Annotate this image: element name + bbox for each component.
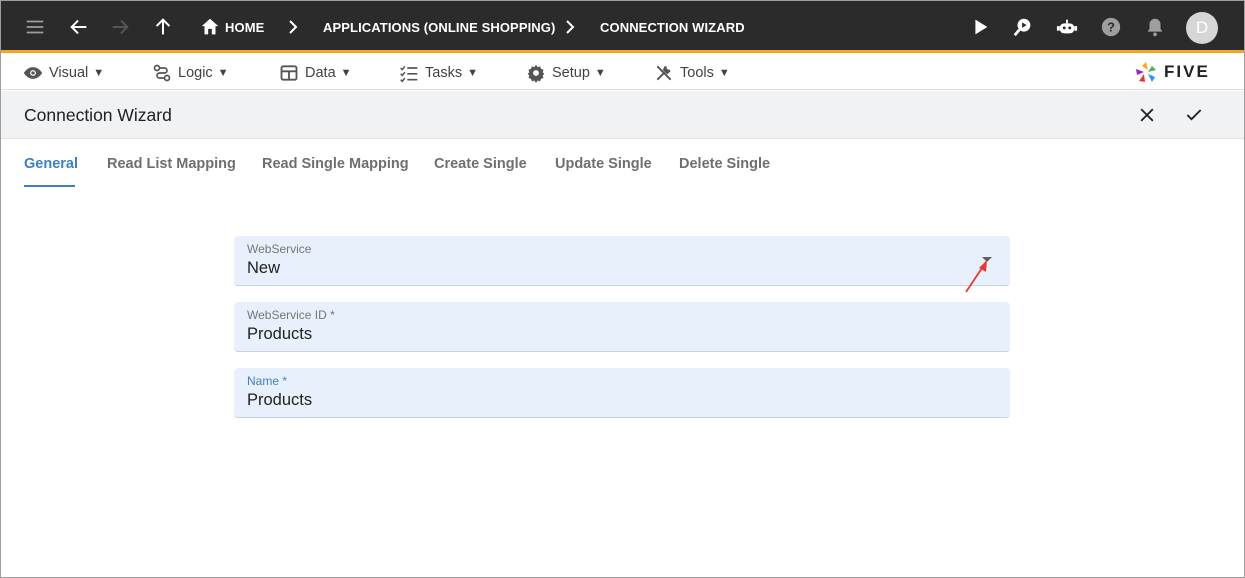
tools-icon [656, 65, 672, 81]
eye-icon [23, 67, 43, 79]
logo-text: FIVE [1164, 62, 1210, 81]
cancel-button[interactable] [1135, 103, 1159, 127]
top-app-bar: HOME APPLICATIONS (ONLINE SHOPPING) CONN… [1, 1, 1244, 53]
bot-icon[interactable] [1055, 15, 1079, 39]
tab-read-list-mapping[interactable]: Read List Mapping [107, 140, 236, 188]
tab-delete-single[interactable]: Delete Single [679, 140, 770, 188]
menu-data-label: Data [305, 65, 336, 81]
caret-down-icon: ▼ [718, 67, 730, 79]
avatar[interactable]: D [1186, 12, 1218, 44]
menu-tasks[interactable]: Tasks ▼ [399, 56, 478, 90]
tab-update-single[interactable]: Update Single [555, 140, 652, 188]
menu-visual[interactable]: Visual ▼ [23, 56, 104, 90]
save-button[interactable] [1182, 103, 1206, 127]
webservice-id-label: WebService ID * [247, 308, 335, 322]
svg-text:?: ? [1107, 20, 1115, 35]
caret-down-icon: ▼ [594, 67, 606, 79]
caret-down-icon: ▼ [340, 67, 352, 79]
active-tab-indicator [24, 185, 75, 187]
close-icon [1140, 108, 1154, 122]
chevron-right-icon [289, 20, 298, 34]
caret-down-icon: ▼ [467, 67, 478, 79]
table-icon [280, 65, 298, 81]
breadcrumb-applications[interactable]: APPLICATIONS (ONLINE SHOPPING) [323, 1, 555, 53]
caret-down-icon: ▼ [93, 67, 105, 79]
forward-arrow-icon [108, 15, 132, 39]
form-header: Connection Wizard [1, 91, 1244, 139]
gear-icon [527, 64, 545, 83]
name-field[interactable]: Name * Products [234, 368, 1010, 418]
tab-read-single-mapping[interactable]: Read Single Mapping [262, 140, 409, 188]
chevron-right-icon [566, 20, 575, 34]
menu-bar: Visual ▼ Logic ▼ Data ▼ Tasks ▼ Setup ▼ … [1, 56, 1244, 90]
five-logo: FIVE [1134, 59, 1210, 85]
menu-tasks-label: Tasks [425, 65, 463, 81]
webservice-label: WebService [247, 242, 312, 256]
five-logo-icon [1136, 62, 1156, 82]
name-value: Products [247, 391, 313, 409]
search-chat-icon[interactable] [1011, 15, 1035, 39]
breadcrumb-connection-wizard: CONNECTION WIZARD [600, 19, 745, 35]
caret-down-icon: ▼ [217, 67, 229, 79]
webservice-select[interactable]: WebService New [234, 236, 1010, 286]
menu-logic-label: Logic [178, 65, 213, 81]
home-icon[interactable] [198, 15, 222, 39]
menu-setup-label: Setup [552, 65, 590, 81]
menu-data[interactable]: Data ▼ [279, 56, 352, 90]
menu-icon[interactable] [23, 15, 47, 39]
webservice-id-value: Products [247, 325, 313, 343]
help-icon[interactable]: ? [1099, 15, 1123, 39]
tab-bar: General Read List Mapping Read Single Ma… [1, 140, 1244, 188]
menu-setup[interactable]: Setup ▼ [526, 56, 606, 90]
tab-create-single[interactable]: Create Single [434, 140, 527, 188]
bell-icon[interactable] [1143, 15, 1167, 39]
breadcrumb-home[interactable]: HOME [225, 1, 264, 53]
annotation-arrow-icon [965, 260, 987, 293]
check-icon [1186, 109, 1202, 121]
webservice-id-field[interactable]: WebService ID * Products [234, 302, 1010, 352]
webservice-value: New [247, 259, 281, 277]
menu-tools-label: Tools [680, 65, 714, 81]
back-arrow-icon[interactable] [67, 15, 91, 39]
checklist-icon [400, 65, 418, 83]
tab-general[interactable]: General [24, 140, 78, 188]
app-window: HOME APPLICATIONS (ONLINE SHOPPING) CONN… [0, 0, 1245, 578]
name-label: Name * [247, 374, 288, 388]
page-title: Connection Wizard [24, 104, 172, 125]
up-arrow-icon[interactable] [151, 15, 175, 39]
menu-tools[interactable]: Tools ▼ [654, 56, 730, 90]
logic-icon [153, 64, 171, 82]
menu-logic[interactable]: Logic ▼ [152, 56, 229, 90]
play-icon[interactable] [968, 15, 992, 39]
menu-visual-label: Visual [49, 65, 89, 81]
